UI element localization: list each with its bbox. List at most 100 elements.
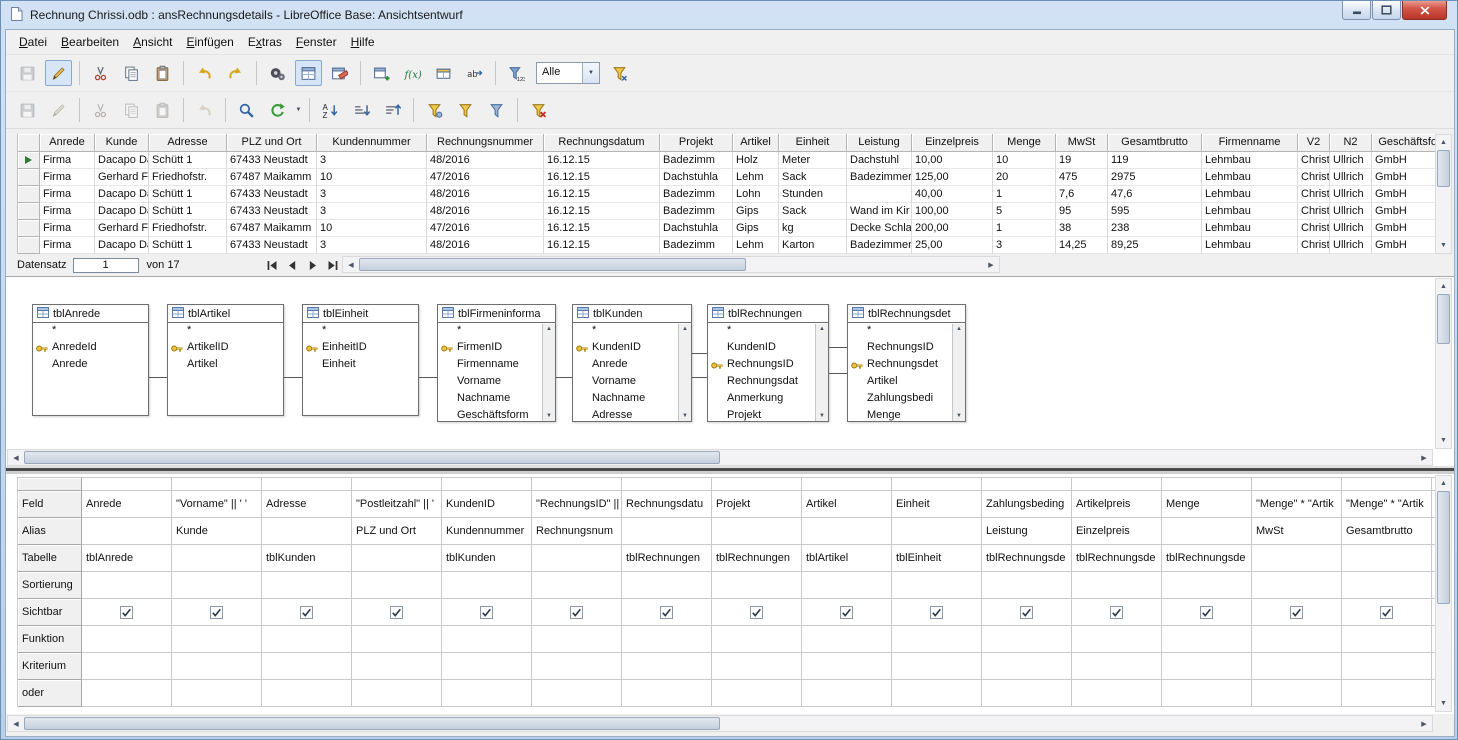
grid-cell[interactable]: GmbH xyxy=(1372,203,1436,220)
design-cell[interactable] xyxy=(1252,545,1342,572)
grid-cell[interactable]: 16.12.15 xyxy=(544,186,660,203)
scrollbar-track[interactable] xyxy=(1436,150,1451,238)
design-grid-vscrollbar[interactable]: ▲ ▼ xyxy=(1435,475,1452,712)
grid-cell[interactable]: Ullrich xyxy=(1330,152,1372,169)
distinct-values-icon[interactable]: 123 xyxy=(503,60,530,86)
grid-cell[interactable]: 200,00 xyxy=(912,220,993,237)
grid-cell[interactable]: 595 xyxy=(1108,203,1202,220)
grid-cell[interactable]: 125,00 xyxy=(912,169,993,186)
paste-icon[interactable] xyxy=(149,60,176,86)
table-box-tblfirmeninforma[interactable]: tblFirmeninforma*FirmenIDFirmennameVorna… xyxy=(437,304,556,422)
design-column-top[interactable] xyxy=(982,478,1072,491)
cut-icon[interactable] xyxy=(87,60,114,86)
column-header[interactable]: Einzelpreis xyxy=(912,134,993,152)
design-cell[interactable]: Rechnungsnum xyxy=(532,518,622,545)
hscroll-thumb[interactable] xyxy=(359,258,746,271)
grid-cell[interactable]: 10 xyxy=(993,152,1056,169)
table-name-icon[interactable] xyxy=(430,60,457,86)
design-column-top[interactable] xyxy=(1252,478,1342,491)
design-column-top[interactable] xyxy=(1342,478,1432,491)
sichtbar-checkbox[interactable] xyxy=(750,606,763,619)
menu-ansicht[interactable]: Ansicht xyxy=(126,31,179,53)
column-header[interactable]: Kundennummer xyxy=(317,134,427,152)
column-header[interactable]: MwSt xyxy=(1056,134,1108,152)
design-cell[interactable]: "Vorname" || ' ' xyxy=(172,491,262,518)
column-header[interactable]: Leistung xyxy=(847,134,912,152)
grid-cell[interactable]: Schütt 1 xyxy=(149,237,227,254)
functions-icon[interactable]: f(x) xyxy=(399,60,426,86)
hscroll-thumb[interactable] xyxy=(24,451,720,464)
field-item[interactable]: * xyxy=(438,323,555,340)
design-cell[interactable] xyxy=(1072,626,1162,653)
design-cell[interactable] xyxy=(1342,599,1432,626)
design-cell[interactable] xyxy=(532,545,622,572)
minimize-button[interactable] xyxy=(1342,1,1371,20)
sichtbar-checkbox[interactable] xyxy=(930,606,943,619)
scroll-up-button[interactable]: ▲ xyxy=(956,326,962,332)
design-cell[interactable]: Kundennummer xyxy=(442,518,532,545)
design-column-top[interactable] xyxy=(712,478,802,491)
sichtbar-checkbox[interactable] xyxy=(300,606,313,619)
grid-cell[interactable]: Christi xyxy=(1298,152,1330,169)
field-item[interactable]: RechnungsID xyxy=(848,340,965,357)
column-header[interactable]: Rechnungsnummer xyxy=(427,134,544,152)
scrollbar-track[interactable] xyxy=(359,257,983,272)
grid-cell[interactable]: Ullrich xyxy=(1330,169,1372,186)
field-item[interactable]: Vorname xyxy=(438,374,555,391)
grid-cell[interactable]: Holz xyxy=(733,152,779,169)
table-box-scrollbar[interactable]: ▲▼ xyxy=(952,324,965,421)
field-item[interactable]: * xyxy=(573,323,691,340)
field-item[interactable]: Anrede xyxy=(573,357,691,374)
grid-cell[interactable]: 3 xyxy=(317,237,427,254)
design-column-top[interactable] xyxy=(892,478,982,491)
field-item[interactable]: KundenID xyxy=(708,340,828,357)
grid-corner[interactable] xyxy=(18,134,40,152)
grid-cell[interactable]: GmbH xyxy=(1372,152,1436,169)
grid-cell[interactable]: 67487 Maikamm xyxy=(227,220,317,237)
grid-cell[interactable]: 89,25 xyxy=(1108,237,1202,254)
row-marker[interactable] xyxy=(18,237,40,254)
grid-cell[interactable]: kg xyxy=(779,220,847,237)
grid-cell[interactable]: 19 xyxy=(1056,152,1108,169)
grid-cell[interactable]: Wand im Kir xyxy=(847,203,912,220)
design-cell[interactable]: tblRechnungen xyxy=(712,545,802,572)
scroll-down-button[interactable]: ▼ xyxy=(1436,433,1451,448)
field-item[interactable]: Vorname xyxy=(573,374,691,391)
form-filter-icon[interactable] xyxy=(606,60,633,86)
design-column-top[interactable] xyxy=(1072,478,1162,491)
design-cell[interactable]: Rechnungsdatu xyxy=(622,491,712,518)
column-header[interactable]: Kunde xyxy=(95,134,149,152)
column-header[interactable]: V2 xyxy=(1298,134,1330,152)
column-header[interactable]: Rechnungsdatum xyxy=(544,134,660,152)
grid-cell[interactable]: GmbH xyxy=(1372,186,1436,203)
design-cell[interactable] xyxy=(442,680,532,707)
first-record-button[interactable] xyxy=(264,258,282,273)
close-button[interactable] xyxy=(1402,1,1447,20)
scroll-right-button[interactable]: ▶ xyxy=(983,257,999,272)
design-cell[interactable] xyxy=(1252,599,1342,626)
design-cell[interactable]: PLZ und Ort xyxy=(352,518,442,545)
design-cell[interactable] xyxy=(172,572,262,599)
menu-extras[interactable]: Extras xyxy=(241,31,289,53)
grid-cell[interactable]: 1 xyxy=(993,220,1056,237)
design-cell[interactable] xyxy=(532,626,622,653)
grid-cell[interactable]: 10,00 xyxy=(912,152,993,169)
combo-dropdown-button[interactable]: ▼ xyxy=(582,63,599,83)
design-cell[interactable]: MwSt xyxy=(1252,518,1342,545)
field-item[interactable]: * xyxy=(848,323,965,340)
design-cell[interactable] xyxy=(1162,626,1252,653)
design-cell[interactable]: tblRechnungsde xyxy=(982,545,1072,572)
menu-hilfe[interactable]: Hilfe xyxy=(344,31,382,53)
table-box-scrollbar[interactable]: ▲▼ xyxy=(678,324,691,421)
scroll-down-button[interactable]: ▼ xyxy=(956,413,962,419)
filter-combo[interactable]: Alle▼ xyxy=(536,62,600,84)
design-cell[interactable] xyxy=(802,599,892,626)
design-cell[interactable] xyxy=(82,653,172,680)
field-item[interactable]: * xyxy=(303,323,418,340)
design-cell[interactable] xyxy=(82,572,172,599)
design-cell[interactable] xyxy=(802,626,892,653)
sort-ascending-icon[interactable] xyxy=(348,97,375,123)
grid-cell[interactable]: Gerhard F xyxy=(95,220,149,237)
scrollbar-track[interactable] xyxy=(1436,491,1451,696)
grid-cell[interactable]: 16.12.15 xyxy=(544,237,660,254)
